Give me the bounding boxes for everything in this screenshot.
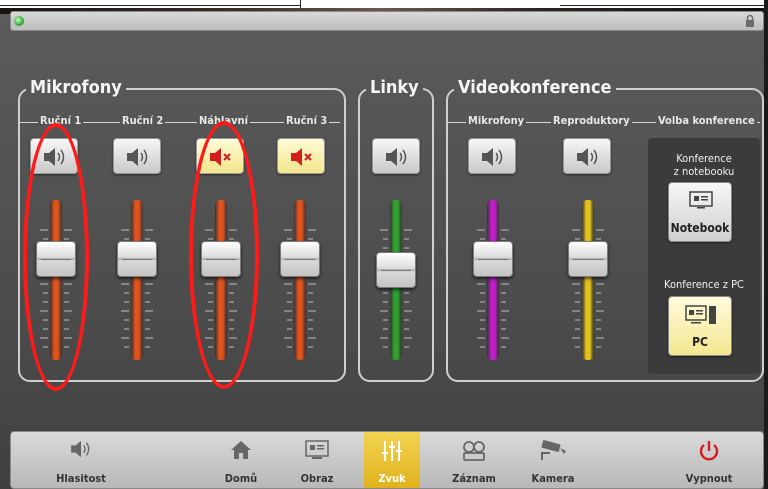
pc-button[interactable]: PC [668, 296, 732, 356]
speaker-icon [482, 148, 503, 166]
fader-knob[interactable] [117, 241, 157, 277]
mute-button-vk-mikrofony[interactable] [468, 138, 516, 174]
speaker-icon [127, 148, 148, 166]
channel-label-vk-mikrofony: Mikrofony [466, 114, 527, 127]
channel-label-rucni-2: Ruční 2 [120, 114, 166, 127]
display-icon [305, 440, 329, 459]
pc-icon [685, 305, 716, 324]
channel-label-vk-reproduktory: Reproduktory [551, 114, 632, 127]
notebook-button-label: Notebook [670, 221, 730, 235]
lock-icon[interactable] [743, 14, 757, 28]
pc-button-label: PC [692, 335, 708, 349]
nav-vypnout[interactable]: Vypnout [676, 432, 742, 488]
nav-hlasitost[interactable]: Hlasitost [41, 432, 121, 488]
nav-label: Hlasitost [56, 472, 106, 485]
nav-label: Vypnout [685, 472, 733, 485]
nav-label: Obraz [300, 472, 334, 485]
top-border [0, 0, 768, 8]
recorder-icon [463, 441, 485, 461]
app-window: cbc Mikrofony Linky Videokonference Ručn… [0, 0, 768, 489]
mute-button-vk-reproduktory[interactable] [563, 138, 611, 174]
notebook-button[interactable]: Notebook [668, 182, 732, 242]
status-bar [10, 11, 764, 31]
display-icon [689, 191, 713, 209]
equalizer-icon [382, 441, 402, 461]
fader-linky[interactable] [376, 200, 416, 360]
fader-rucni-3[interactable] [280, 200, 320, 360]
nav-domu[interactable]: Domů [216, 432, 266, 488]
notebook-caption-2: z notebooku [673, 165, 735, 178]
speaker-icon [386, 148, 407, 166]
channel-label-rucni-3: Ruční 3 [284, 114, 330, 127]
fader-knob[interactable] [568, 241, 608, 277]
panel-title-mikrofony: Mikrofony [26, 76, 126, 100]
speaker-icon [71, 440, 90, 458]
window-edge [764, 0, 768, 489]
annotation-ellipse-rucni-1 [23, 123, 89, 391]
nav-label: Záznam [452, 472, 496, 485]
panel-title-linky: Linky [366, 76, 423, 100]
power-icon [699, 441, 719, 461]
fader-knob[interactable] [376, 252, 416, 288]
connection-status-icon [14, 16, 24, 26]
fader-rucni-2[interactable] [117, 200, 157, 360]
nav-zaznam[interactable]: Záznam [446, 432, 502, 488]
notebook-caption-1: Konference [676, 152, 732, 165]
nav-zvuk[interactable]: Zvuk [364, 432, 420, 488]
pc-caption: Konference z PC [664, 278, 744, 291]
nav-label: Domů [224, 472, 258, 485]
mute-button-rucni-2[interactable] [113, 138, 161, 174]
fader-vk-mikrofony[interactable] [473, 200, 513, 360]
fader-knob[interactable] [473, 241, 513, 277]
home-icon [231, 441, 251, 459]
nav-label: Kamera [531, 472, 575, 485]
panel-title-videokonference: Videokonference [454, 76, 616, 100]
fader-vk-reproduktory[interactable] [568, 200, 608, 360]
volba-konference-label: Volba konference [656, 114, 757, 127]
camera-icon [541, 440, 566, 460]
volba-konference-box: Konference z notebooku Notebook Konferen… [648, 138, 760, 374]
nav-label: Zvuk [378, 472, 406, 485]
mute-button-rucni-3[interactable] [277, 138, 325, 174]
nav-obraz[interactable]: Obraz [291, 432, 343, 488]
mute-button-linky[interactable] [372, 138, 420, 174]
nav-kamera[interactable]: Kamera [525, 432, 581, 488]
fader-knob[interactable] [280, 241, 320, 277]
bottom-nav: Hlasitost Domů Obraz Zvuk Záznam Kamera … [10, 431, 764, 489]
speaker-icon [577, 148, 598, 166]
speaker-muted-icon [291, 148, 312, 166]
annotation-ellipse-nahlavni [189, 121, 259, 389]
